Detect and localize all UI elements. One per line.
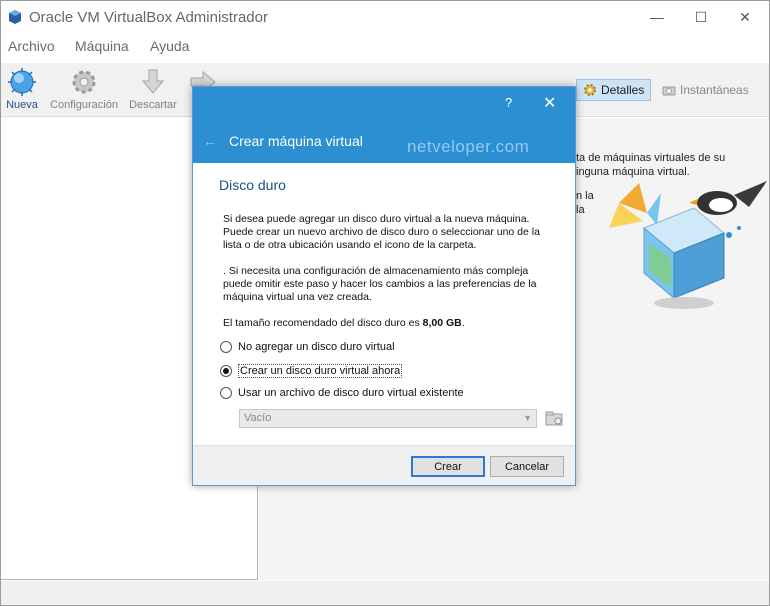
- create-button[interactable]: Crear: [411, 456, 485, 477]
- folder-icon[interactable]: [544, 409, 564, 428]
- window-title: Oracle VM VirtualBox Administrador: [29, 9, 268, 26]
- tab-snapshots[interactable]: Instantáneas: [656, 79, 755, 101]
- recommended-size-prefix: El tamaño recomendado del disco duro es: [223, 317, 423, 329]
- existing-disk-select[interactable]: Vacío ▼: [239, 409, 537, 428]
- back-arrow-icon[interactable]: ←: [203, 133, 217, 149]
- virtualbox-mascot-illustration: [609, 181, 767, 309]
- menu-maquina[interactable]: Máquina: [75, 38, 129, 54]
- recommended-size-text: El tamaño recomendado del disco duro es …: [223, 317, 553, 330]
- option-no-disk[interactable]: No agregar un disco duro virtual: [220, 341, 395, 353]
- dialog-header: ? ✕ ← Crear máquina virtual netveloper.c…: [193, 87, 575, 163]
- recommended-size-suffix: .: [461, 317, 465, 329]
- cancel-button[interactable]: Cancelar: [490, 456, 564, 477]
- dialog-body: Disco duro Si desea puede agregar un dis…: [193, 163, 575, 445]
- gear-icon: [72, 70, 96, 94]
- minimize-button[interactable]: —: [637, 5, 677, 29]
- welcome-line-1: ta de máquinas virtuales de su: [576, 152, 726, 164]
- watermark-text: netveloper.com: [407, 137, 530, 156]
- tab-details-label: Detalles: [601, 83, 645, 97]
- option-no-disk-label: No agregar un disco duro virtual: [238, 341, 395, 353]
- camera-icon: [662, 86, 676, 96]
- radio-no-disk[interactable]: [220, 341, 232, 353]
- new-vm-icon: [8, 68, 36, 96]
- existing-disk-select-value: Vacío: [244, 412, 272, 424]
- menu-ayuda[interactable]: Ayuda: [150, 38, 189, 54]
- tab-snapshots-label: Instantáneas: [680, 83, 749, 97]
- dialog-footer: Crear Cancelar: [193, 445, 575, 485]
- virtualbox-logo-icon: [9, 10, 21, 24]
- maximize-button[interactable]: ☐: [681, 5, 721, 29]
- status-bar: [1, 581, 769, 605]
- title-bar: Oracle VM VirtualBox Administrador — ☐ ✕: [1, 1, 769, 33]
- radio-create-disk[interactable]: [220, 365, 232, 377]
- toolbar-label-nueva: Nueva: [6, 99, 38, 111]
- create-vm-dialog: ? ✕ ← Crear máquina virtual netveloper.c…: [192, 86, 576, 486]
- option-existing-disk[interactable]: Usar un archivo de disco duro virtual ex…: [220, 387, 464, 399]
- option-create-disk[interactable]: Crear un disco duro virtual ahora: [220, 364, 403, 378]
- discard-button[interactable]: Descartar: [128, 67, 178, 111]
- dialog-close-button[interactable]: ✕: [543, 93, 556, 113]
- toolbar-label-configuracion: Configuración: [50, 99, 118, 111]
- details-gear-icon: [584, 84, 596, 96]
- recommended-size-value: 8,00 GB: [422, 317, 462, 329]
- chevron-down-icon: ▼: [523, 413, 532, 423]
- close-window-button[interactable]: ✕: [725, 5, 765, 29]
- advanced-paragraph: . Si necesita una configuración de almac…: [223, 265, 537, 303]
- option-existing-disk-label: Usar un archivo de disco duro virtual ex…: [238, 387, 464, 399]
- dialog-title: Crear máquina virtual: [229, 133, 363, 149]
- toolbar-label-descartar: Descartar: [129, 99, 177, 111]
- new-vm-button[interactable]: Nueva: [5, 67, 39, 111]
- help-button[interactable]: ?: [505, 95, 512, 110]
- tab-details[interactable]: Detalles: [576, 79, 652, 101]
- radio-existing-disk[interactable]: [220, 387, 232, 399]
- section-title: Disco duro: [219, 177, 286, 193]
- menu-bar: Archivo Máquina Ayuda: [1, 35, 769, 57]
- menu-archivo[interactable]: Archivo: [8, 38, 55, 54]
- intro-paragraph: Si desea puede agregar un disco duro vir…: [223, 213, 540, 251]
- option-create-disk-label: Crear un disco duro virtual ahora: [238, 364, 403, 378]
- settings-button[interactable]: Configuración: [50, 67, 118, 111]
- discard-arrow-icon: [141, 69, 165, 94]
